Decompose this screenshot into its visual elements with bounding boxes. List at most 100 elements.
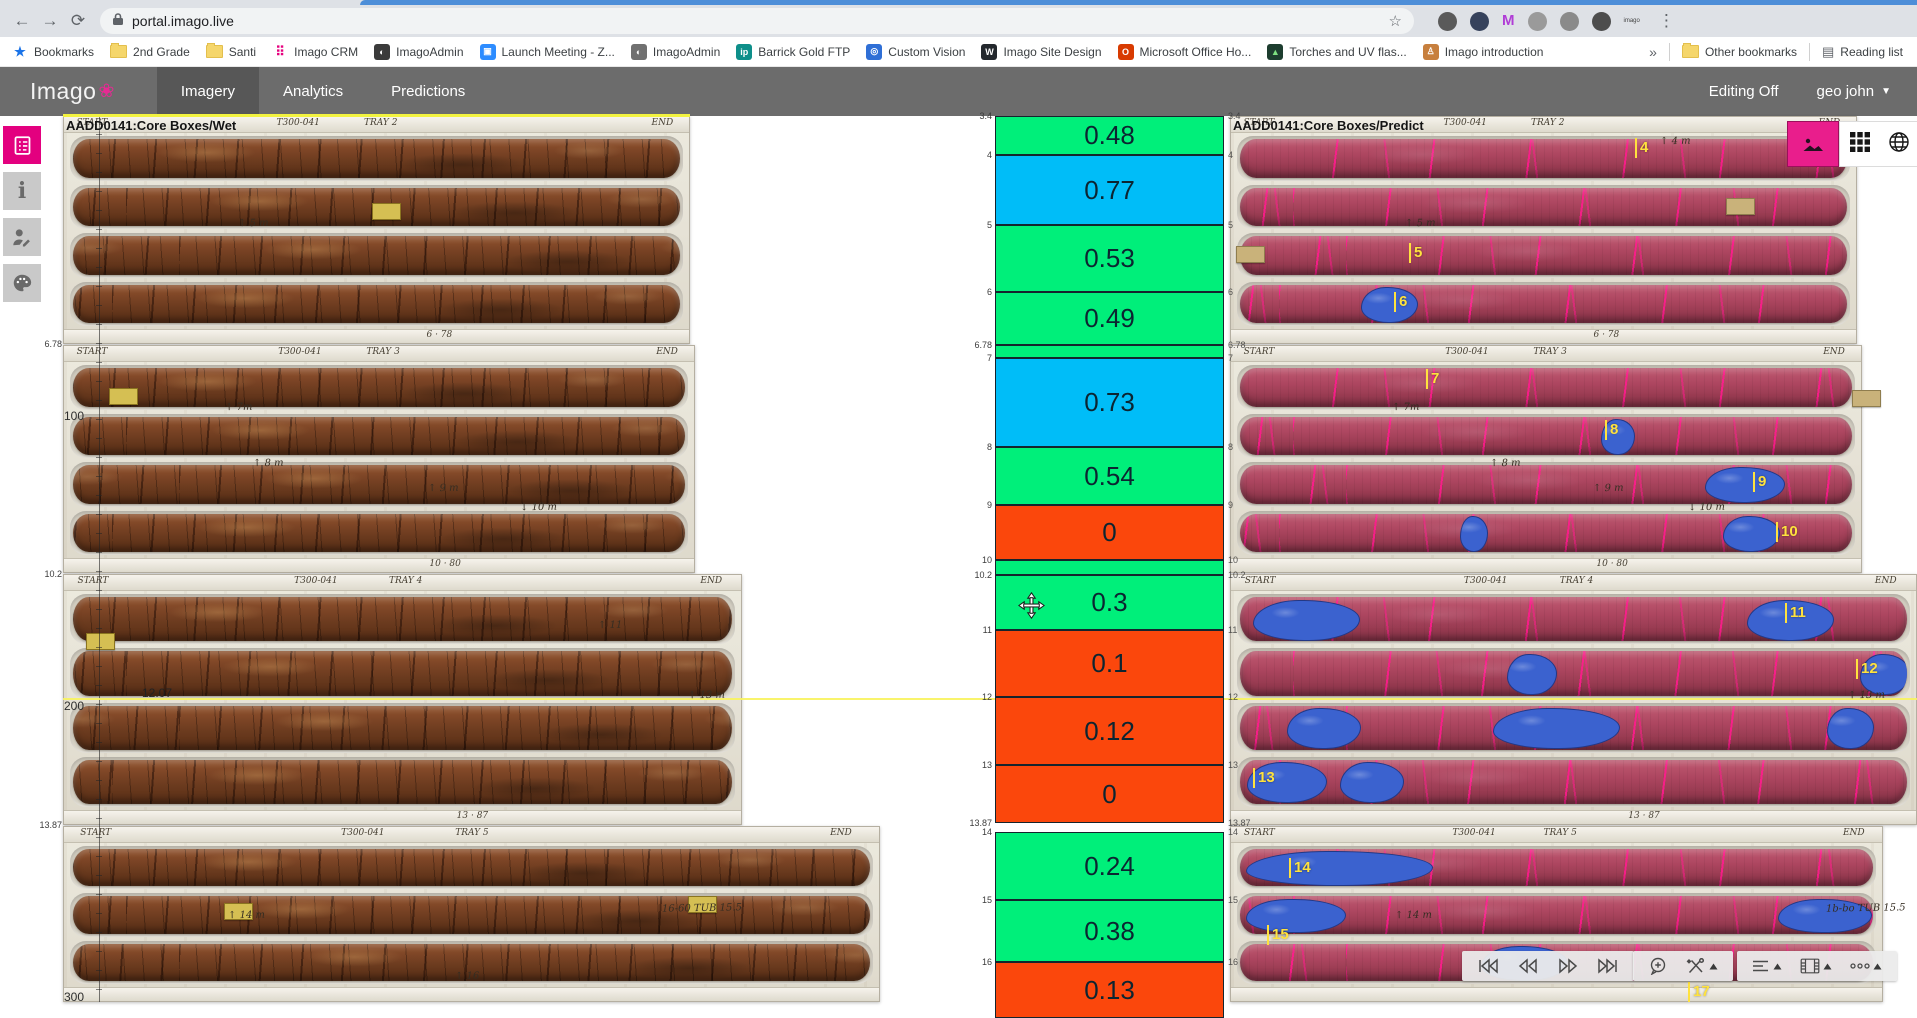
extension-lock-icon[interactable]: [1470, 12, 1489, 31]
left-core-tray[interactable]: STARTT300-041TRAY 2END6 · 78: [63, 116, 690, 344]
bookmark-item[interactable]: ⠿Imago CRM: [272, 44, 358, 60]
column-depth-label-right: 12: [1228, 692, 1238, 702]
prediction-value-cell[interactable]: 0.38: [995, 900, 1224, 962]
image-view-button[interactable]: [1787, 121, 1839, 167]
bookmark-item[interactable]: OMicrosoft Office Ho...: [1118, 44, 1252, 60]
bookmark-star-icon[interactable]: ☆: [1389, 12, 1402, 30]
bookmark-item[interactable]: ◐ImagoAdmin: [631, 44, 720, 60]
rew-button[interactable]: [1508, 951, 1548, 981]
bookmark-item[interactable]: ♙Imago introduction: [1423, 44, 1544, 60]
other-bookmarks-label: Other bookmarks: [1705, 45, 1797, 59]
prediction-value-cell[interactable]: 0: [995, 505, 1224, 560]
depth-ruler-line: [99, 116, 100, 1002]
core-annotation: ↑ 14 m: [228, 910, 265, 922]
prediction-value-cell[interactable]: [995, 345, 1224, 358]
right-core-tray[interactable]: STARTT300-041TRAY 2END6 · 78: [1230, 116, 1857, 344]
column-depth-label: 5: [950, 220, 992, 230]
tray-end-label: END: [652, 118, 674, 128]
map-view-button[interactable]: [1888, 131, 1910, 158]
bookmark-item[interactable]: Santi: [206, 45, 256, 59]
scale-label: 100: [64, 409, 84, 423]
forward-button[interactable]: →: [36, 11, 64, 31]
back-button[interactable]: ←: [8, 11, 36, 31]
bookmark-item[interactable]: ▣Launch Meeting - Z...: [480, 44, 615, 60]
reading-list-button[interactable]: ▤ Reading list: [1822, 44, 1903, 60]
tools-button[interactable]: [1677, 951, 1727, 981]
column-depth-label: 15: [950, 895, 992, 905]
sidebar-item-annotate-user[interactable]: [3, 218, 41, 256]
prediction-value-cell[interactable]: 0.77: [995, 155, 1224, 225]
bookmark-item[interactable]: WImago Site Design: [981, 44, 1101, 60]
sidebar-item-info[interactable]: i: [3, 172, 41, 210]
profile-avatar[interactable]: imago: [1624, 17, 1640, 25]
prediction-value-cell[interactable]: 0.12: [995, 697, 1224, 765]
extension-cast-icon[interactable]: [1438, 12, 1457, 31]
tray-rail-bottom: 6 · 78: [64, 329, 689, 343]
more-button[interactable]: [1841, 951, 1891, 981]
imago-logo[interactable]: Imago ❀: [30, 78, 115, 105]
prediction-value-cell[interactable]: 0.1: [995, 630, 1224, 697]
skipend-button[interactable]: [1588, 951, 1628, 981]
right-core-tray[interactable]: STARTT300-041TRAY 3END10 · 80: [1230, 345, 1862, 573]
column-depth-label-right: 6: [1228, 287, 1233, 297]
lines-button[interactable]: [1743, 951, 1791, 981]
tray-channel: [70, 462, 688, 507]
core-label-tag: [372, 203, 401, 220]
grid-view-button[interactable]: [1849, 131, 1871, 158]
prediction-value-cell[interactable]: 0.13: [995, 962, 1224, 1018]
prediction-value-cell[interactable]: 0.73: [995, 358, 1224, 447]
left-core-tray[interactable]: STARTT300-041TRAY 3END10 · 80: [63, 345, 695, 573]
tray-hole-label: T300-041: [1445, 347, 1488, 357]
tray-rail-bottom: 6 · 78: [1231, 329, 1856, 343]
prediction-value-cell[interactable]: 0: [995, 765, 1224, 823]
tray-rail-bottom: [1231, 987, 1882, 1001]
predicted-core-row: [1240, 368, 1852, 407]
nav-tab-analytics[interactable]: Analytics: [259, 67, 367, 116]
bookmark-item[interactable]: ipBarrick Gold FTP: [736, 44, 850, 60]
bookmark-label: Imago CRM: [294, 45, 358, 59]
prediction-value-cell[interactable]: 0.53: [995, 225, 1224, 292]
other-bookmarks-button[interactable]: Other bookmarks: [1682, 45, 1797, 59]
nav-tab-imagery[interactable]: Imagery: [157, 67, 259, 116]
skipstart-button[interactable]: [1468, 951, 1508, 981]
address-bar[interactable]: portal.imago.live ☆: [100, 8, 1414, 34]
bookmark-item[interactable]: ◐ImagoAdmin: [374, 44, 463, 60]
prediction-value-cell[interactable]: 0.49: [995, 292, 1224, 345]
tray-channel: [1237, 511, 1855, 556]
extension-camera-icon[interactable]: [1560, 12, 1579, 31]
view-toggle-strip: [1839, 121, 1917, 167]
comment-button[interactable]: [1639, 951, 1677, 981]
divider: [1669, 43, 1670, 61]
prediction-value-cell[interactable]: [995, 560, 1224, 575]
nav-tab-predictions[interactable]: Predictions: [367, 67, 489, 116]
more-icon: [1850, 962, 1870, 970]
tray-start-label: START: [1244, 347, 1275, 357]
prediction-value-cell[interactable]: 0.48: [995, 116, 1224, 155]
extension-puzzle-icon[interactable]: [1592, 12, 1611, 31]
column-depth-label-right: 5: [1228, 220, 1233, 230]
sidebar-item-palette[interactable]: [3, 264, 41, 302]
extension-balloon-icon[interactable]: [1528, 12, 1547, 31]
sidebar-item-log-list[interactable]: [3, 126, 41, 164]
ff-button[interactable]: [1548, 951, 1588, 981]
column-depth-label-right: 11: [1228, 625, 1237, 635]
predicted-core-row: [1240, 760, 1907, 804]
bookmark-item[interactable]: 2nd Grade: [110, 45, 190, 59]
film-button[interactable]: [1791, 951, 1841, 981]
bookmark-item[interactable]: ◎Custom Vision: [866, 44, 965, 60]
extension-m-icon[interactable]: M: [1502, 12, 1515, 31]
bookmarks-overflow-chevron[interactable]: »: [1649, 44, 1657, 60]
reload-button[interactable]: ⟳: [64, 11, 92, 31]
editing-status[interactable]: Editing Off: [1709, 83, 1779, 100]
tray-hole-label: T300-041: [1464, 576, 1507, 586]
tray-number-label: TRAY 2: [364, 118, 397, 128]
prediction-value-cell[interactable]: 0.54: [995, 447, 1224, 505]
tray-rail-bottom: [64, 987, 879, 1001]
tray-number-label: TRAY 3: [366, 347, 399, 357]
bookmark-favicon: W: [981, 44, 997, 60]
prediction-value-cell[interactable]: 0.24: [995, 832, 1224, 900]
bookmark-item[interactable]: ★Bookmarks: [12, 44, 94, 60]
bookmark-item[interactable]: ▲Torches and UV flas...: [1267, 44, 1406, 60]
user-menu[interactable]: geo john ▼: [1817, 83, 1891, 100]
browser-menu-icon[interactable]: ⋮: [1658, 11, 1675, 31]
